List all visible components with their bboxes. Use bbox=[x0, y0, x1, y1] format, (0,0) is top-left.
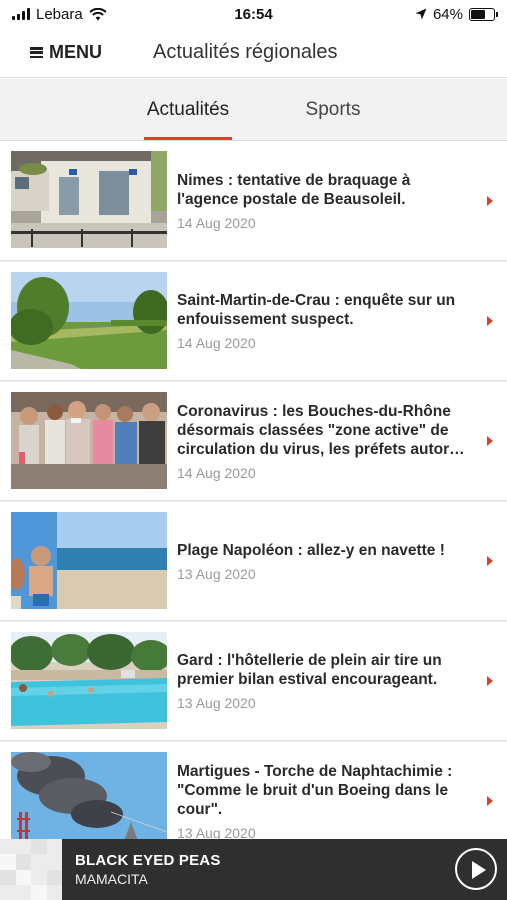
album-art bbox=[0, 839, 62, 900]
app-header: MENU Actualités régionales bbox=[0, 28, 507, 78]
news-title: Plage Napoléon : allez-y en navette ! bbox=[177, 541, 445, 559]
chevron-right-icon bbox=[487, 676, 493, 686]
news-title: Gard : l'hôtellerie de plein air tire un… bbox=[177, 652, 442, 688]
now-playing-bar[interactable]: BLACK EYED PEAS MAMACITA bbox=[0, 839, 507, 900]
pool-image bbox=[11, 632, 167, 729]
news-thumbnail bbox=[11, 752, 167, 849]
news-thumbnail bbox=[11, 151, 167, 248]
news-title: Nimes : tentative de braquage à l'agence… bbox=[177, 171, 411, 208]
battery-icon bbox=[469, 7, 498, 21]
crowd-image bbox=[11, 392, 167, 489]
news-thumbnail bbox=[11, 272, 167, 369]
app-screen: Lebara 16:54 64% MENU Actualités régiona… bbox=[0, 0, 507, 900]
news-title: Martigues - Torche de Naphtachimie : "Co… bbox=[177, 762, 453, 818]
news-date: 13 Aug 2020 bbox=[177, 695, 256, 711]
wifi-icon bbox=[89, 7, 107, 20]
chevron-right-icon bbox=[487, 436, 493, 446]
news-title: Coronavirus : les Bouches-du-Rhône désor… bbox=[177, 402, 465, 458]
chevron-right-icon bbox=[487, 195, 493, 206]
field-image bbox=[11, 272, 167, 369]
chevron-right-icon bbox=[487, 556, 493, 566]
menu-button[interactable]: MENU bbox=[30, 42, 102, 63]
signal-icon bbox=[12, 8, 30, 20]
news-thumbnail bbox=[11, 392, 167, 489]
page-title: Actualités régionales bbox=[153, 41, 338, 63]
news-date: 13 Aug 2020 bbox=[177, 565, 256, 582]
artist-name: BLACK EYED PEAS bbox=[75, 852, 221, 869]
chevron-right-icon bbox=[487, 316, 493, 326]
play-button[interactable] bbox=[455, 848, 497, 890]
carrier-name: Lebara bbox=[36, 5, 83, 23]
news-title: Saint-Martin-de-Crau : enquête sur un en… bbox=[177, 292, 456, 328]
news-item[interactable]: Saint-Martin-de-Crau : enquête sur un en… bbox=[0, 261, 507, 381]
tab-bar: Actualités Sports bbox=[0, 79, 507, 141]
tab-sports[interactable]: Sports bbox=[283, 79, 383, 141]
status-bar: Lebara 16:54 64% bbox=[0, 0, 507, 28]
song-title: MAMACITA bbox=[75, 871, 148, 887]
news-item[interactable]: Gard : l'hôtellerie de plein air tire un… bbox=[0, 621, 507, 741]
news-item[interactable]: Plage Napoléon : allez-y en navette ! 13… bbox=[0, 501, 507, 621]
beach-image bbox=[11, 512, 167, 609]
active-tab-indicator bbox=[144, 137, 232, 140]
tab-actualites[interactable]: Actualités bbox=[128, 79, 248, 141]
battery-level bbox=[471, 9, 486, 19]
news-list: Nimes : tentative de braquage à l'agence… bbox=[0, 141, 507, 861]
smoke-plume-image bbox=[11, 752, 167, 849]
news-item[interactable]: Coronavirus : les Bouches-du-Rhône désor… bbox=[0, 381, 507, 501]
news-thumbnail bbox=[11, 632, 167, 729]
news-date: 14 Aug 2020 bbox=[177, 464, 256, 481]
news-thumbnail bbox=[11, 512, 167, 609]
news-item[interactable]: Nimes : tentative de braquage à l'agence… bbox=[0, 141, 507, 261]
location-arrow-icon bbox=[415, 8, 427, 20]
menu-label: MENU bbox=[49, 42, 102, 62]
hamburger-icon bbox=[30, 47, 43, 58]
news-date: 14 Aug 2020 bbox=[177, 214, 256, 231]
post-office-image bbox=[11, 151, 167, 248]
battery-percent: 64% bbox=[432, 5, 463, 23]
news-date: 14 Aug 2020 bbox=[177, 335, 256, 351]
chevron-right-icon bbox=[487, 796, 493, 806]
